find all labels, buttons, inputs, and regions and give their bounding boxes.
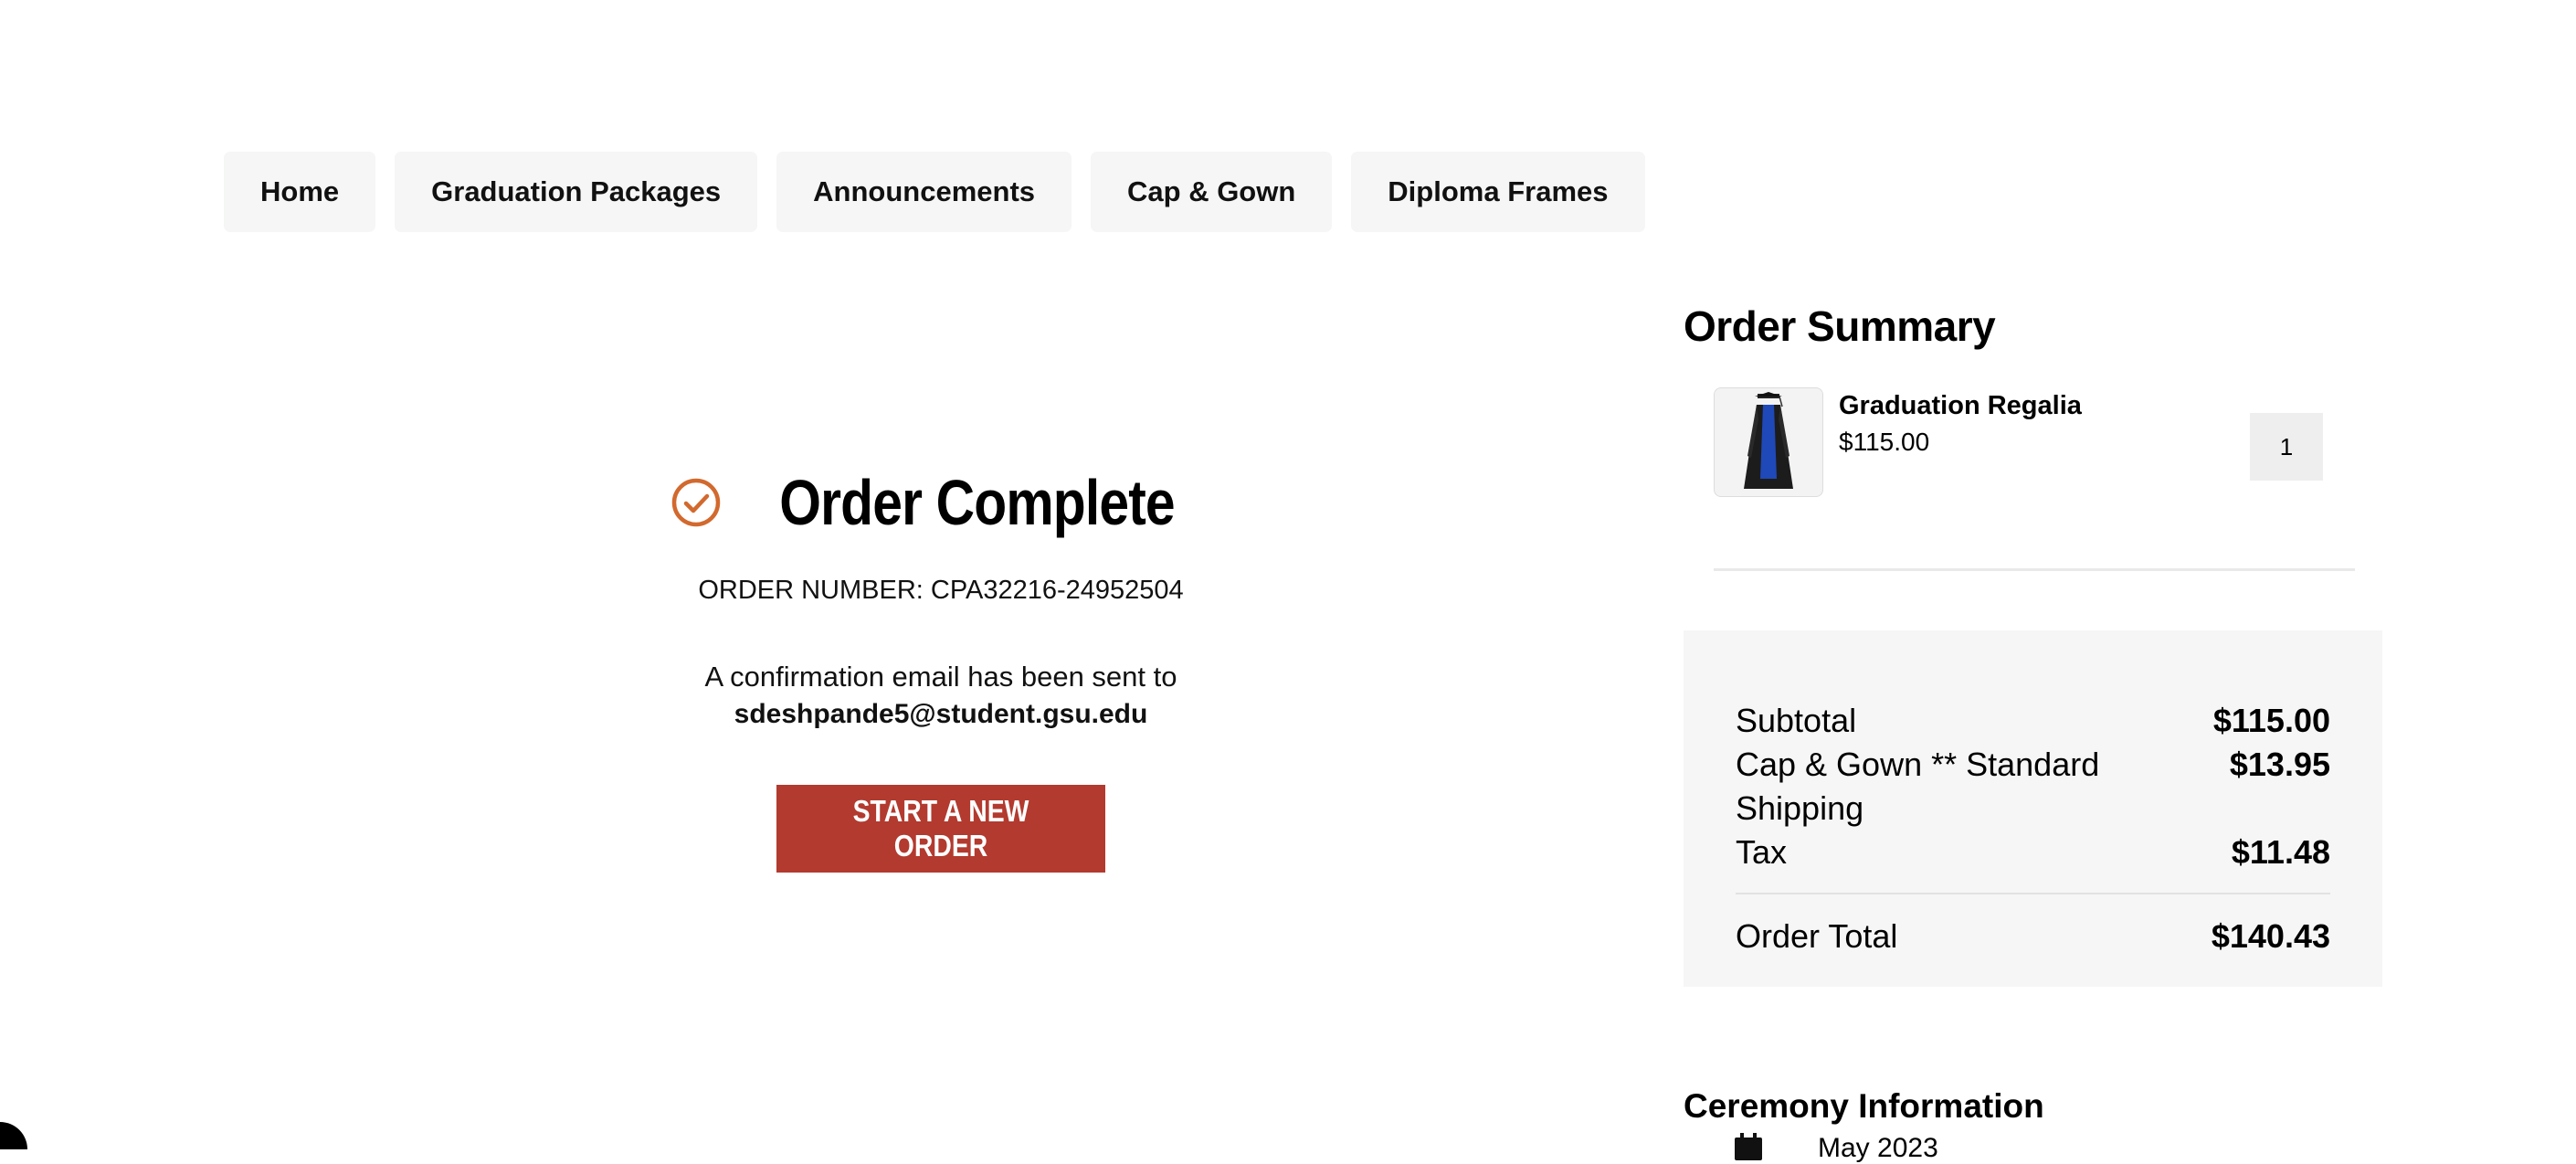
- shipping-label: Cap & Gown ** Standard Shipping: [1736, 746, 2100, 827]
- order-summary: Order Summary Graduation Regalia $115.00…: [1684, 302, 2382, 987]
- start-new-order-label: START A NEW ORDER: [852, 794, 1029, 862]
- tax-row: Tax $11.48: [1736, 831, 2330, 874]
- ceremony-info-title: Ceremony Information: [1684, 1087, 2044, 1125]
- subtotal-label: Subtotal: [1736, 702, 1857, 739]
- nav-graduation-packages[interactable]: Graduation Packages: [395, 152, 758, 232]
- subtotal-row: Subtotal $115.00: [1736, 699, 2330, 743]
- page-frame: Home Graduation Packages Announcements C…: [0, 0, 2576, 1163]
- window-corner: [0, 1122, 27, 1149]
- shipping-row: Cap & Gown ** Standard Shipping $13.95: [1736, 743, 2330, 831]
- shipping-value: $13.95: [2229, 746, 2330, 783]
- calendar-icon: [1735, 1133, 1762, 1160]
- ceremony-date: May 2023: [1818, 1133, 1938, 1163]
- summary-divider: [1714, 568, 2355, 571]
- title-row: Order Complete: [566, 457, 1315, 548]
- item-name: Graduation Regalia: [1839, 391, 2082, 420]
- subtotal-value: $115.00: [2212, 702, 2330, 739]
- gown-image: [1714, 387, 1823, 497]
- nav-announcements[interactable]: Announcements: [776, 152, 1072, 232]
- order-confirmation: Order Complete ORDER NUMBER: CPA32216-24…: [566, 457, 1315, 873]
- totals-divider: [1736, 893, 2330, 894]
- confirmation-email-address: sdeshpande5@student.gsu.edu: [734, 699, 1148, 729]
- page-title: Order Complete: [778, 467, 1175, 538]
- order-total-value: $140.43: [2211, 917, 2330, 955]
- nav-diploma-frames[interactable]: Diploma Frames: [1351, 152, 1645, 232]
- main-nav: Home Graduation Packages Announcements C…: [224, 152, 1645, 232]
- order-summary-title: Order Summary: [1684, 302, 1996, 350]
- confirmation-email-text: A confirmation email has been sent to: [704, 661, 1177, 693]
- totals-panel: Subtotal $115.00 Cap & Gown ** Standard …: [1684, 630, 2382, 987]
- order-number: ORDER NUMBER: CPA32216-24952504: [698, 576, 1184, 605]
- order-total-row: Order Total $140.43: [1736, 915, 2330, 958]
- quantity-box[interactable]: 1: [2250, 413, 2323, 481]
- start-new-order-button[interactable]: START A NEW ORDER: [776, 785, 1105, 873]
- tax-value: $11.48: [2231, 833, 2330, 871]
- item-price: $115.00: [1839, 428, 1930, 456]
- order-total-label: Order Total: [1736, 917, 1898, 955]
- nav-home[interactable]: Home: [224, 152, 376, 232]
- summary-item: Graduation Regalia $115.00 1: [1714, 387, 2382, 497]
- nav-cap-and-gown[interactable]: Cap & Gown: [1091, 152, 1333, 232]
- check-circle-icon: [671, 478, 720, 527]
- tax-label: Tax: [1736, 833, 1788, 871]
